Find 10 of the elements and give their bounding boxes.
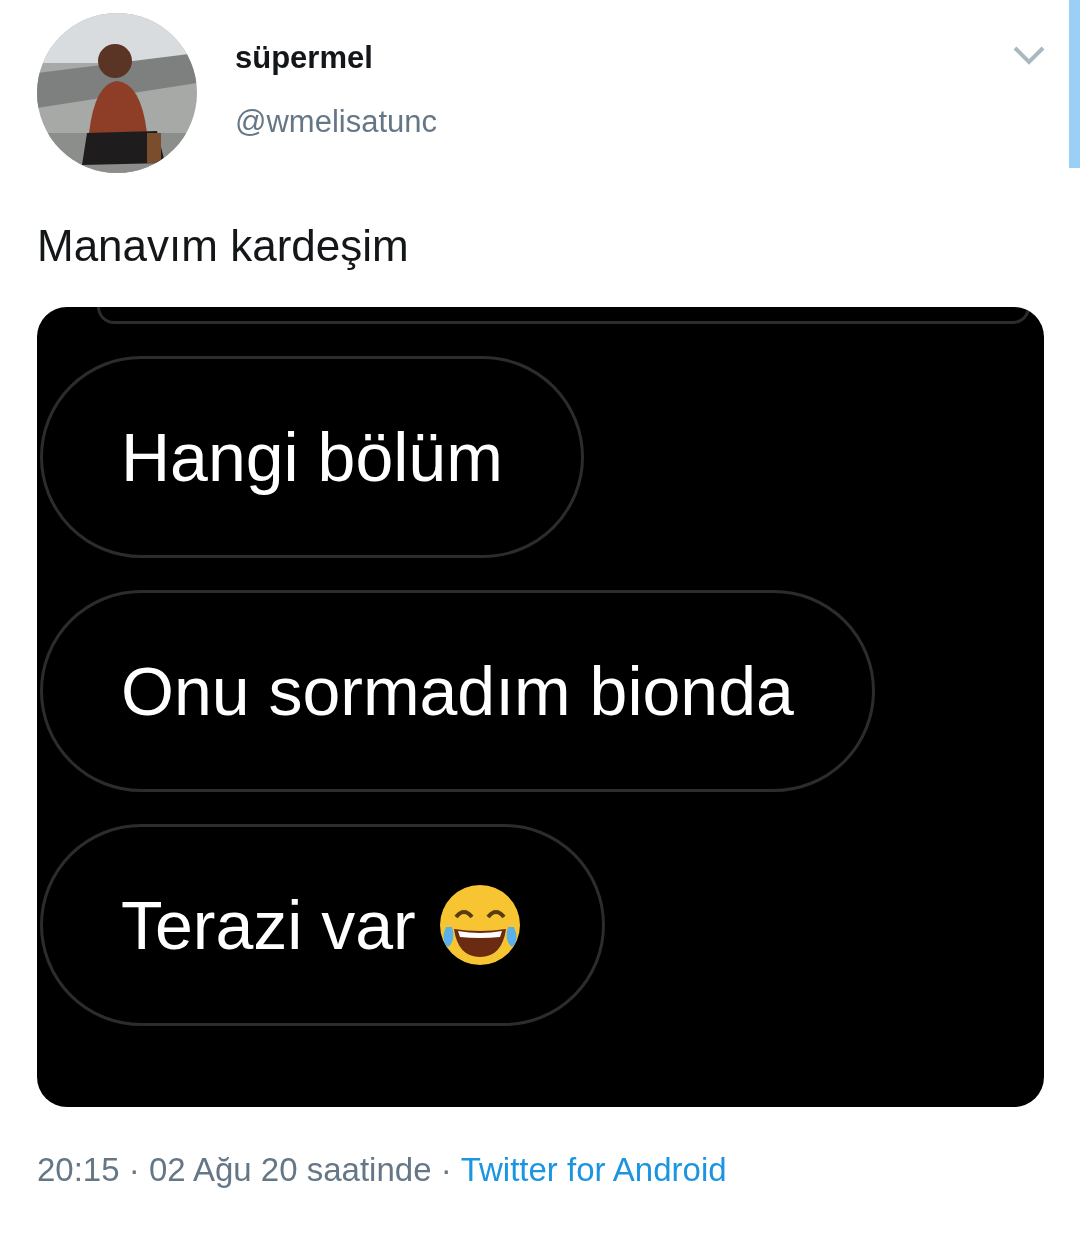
scrollbar[interactable] (1069, 0, 1080, 168)
message-text: Onu sormadım bionda (121, 652, 794, 730)
tweet-timestamp: 20:15 · 02 Ağu 20 saatinde · (37, 1151, 452, 1189)
display-name: süpermel (235, 40, 374, 76)
user-handle: @wmelisatunc (235, 104, 438, 140)
message-text: Terazi var (121, 886, 416, 964)
message-text: Hangi bölüm (121, 418, 503, 496)
image-attachment[interactable]: Hangi bölüm Onu sormadım bionda Terazi var (37, 307, 1044, 1107)
chevron-down-icon[interactable] (1012, 44, 1046, 66)
tweet-text: Manavım kardeşim (37, 221, 410, 271)
